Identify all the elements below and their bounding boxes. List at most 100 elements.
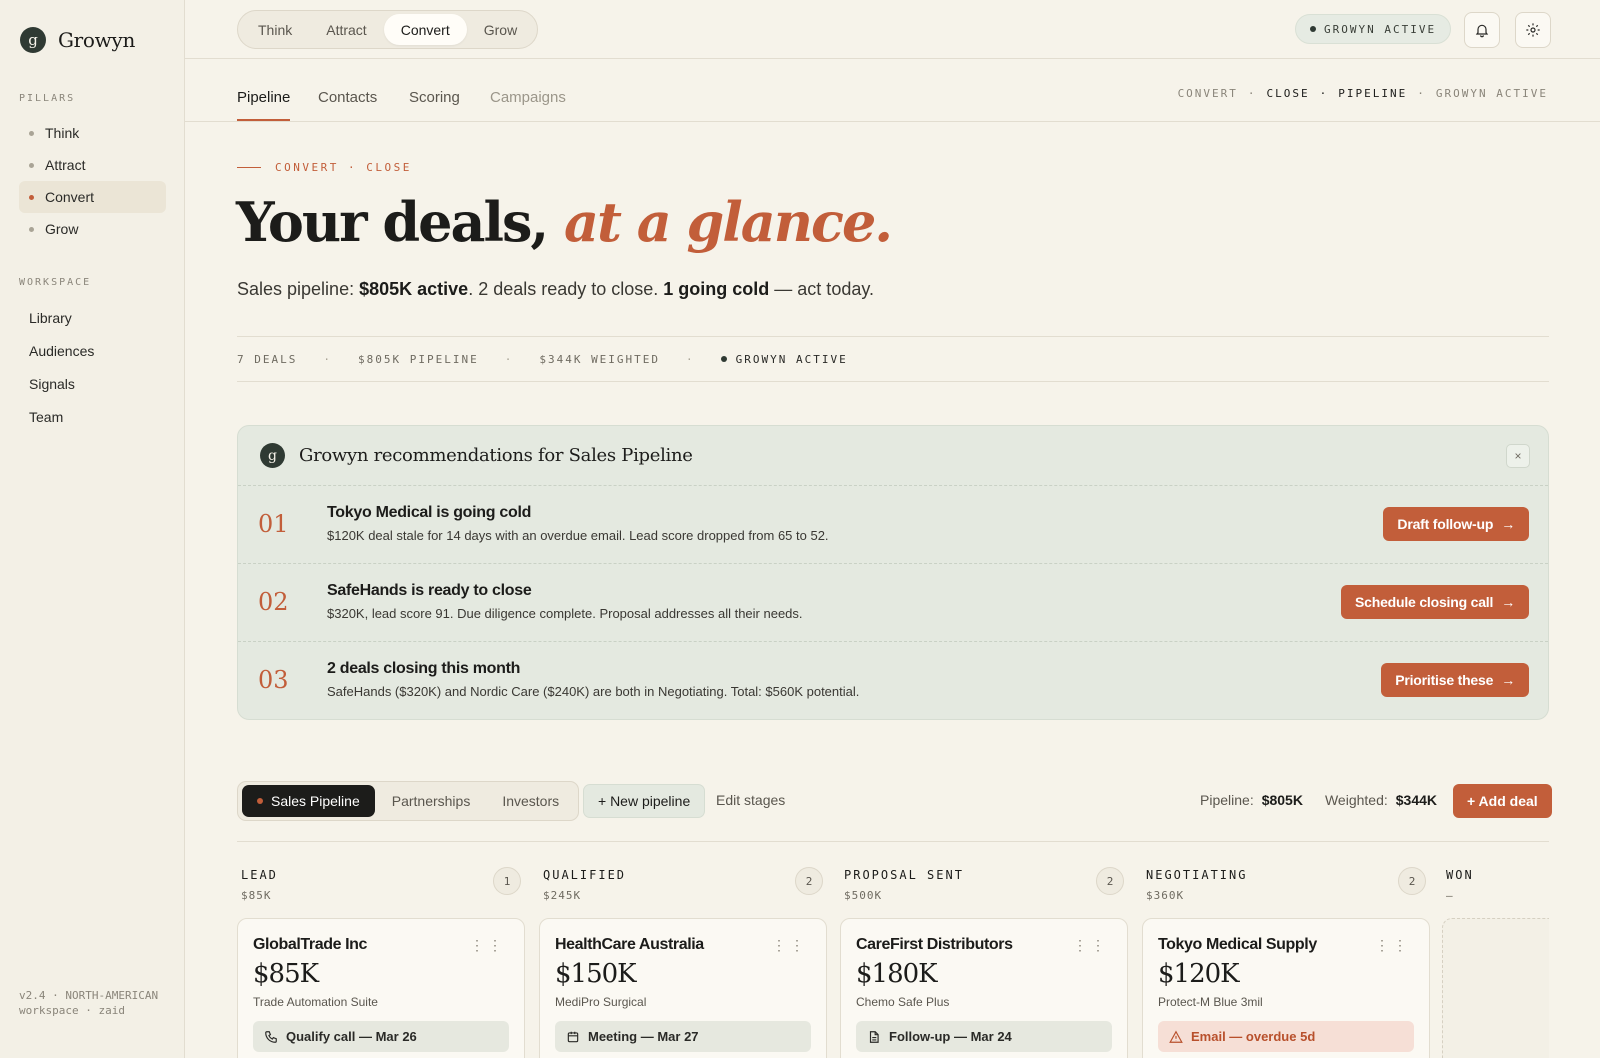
sidebar-item-label: Attract [45,157,86,173]
pipeline-summary: Pipeline: $805K Weighted: $344K [1200,792,1451,808]
sidebar-item-audiences[interactable]: Audiences [19,334,166,367]
sidebar-item-label: Think [45,125,80,141]
recommendation-number: 02 [258,588,289,616]
tab-investors[interactable]: Investors [487,785,574,817]
tab-grow[interactable]: Grow [467,14,534,45]
recommendation-body: $320K, lead score 91. Due diligence comp… [327,606,803,621]
summary-cold: 1 going cold [663,279,770,299]
edit-stages-link[interactable]: Edit stages [716,792,785,808]
column-name: QUALIFIED [543,868,627,882]
close-icon[interactable]: × [1506,444,1530,468]
title-accent: at a glance. [564,190,893,254]
sidebar-item-convert[interactable]: Convert [19,181,166,213]
empty-drop-zone[interactable] [1442,918,1549,1058]
drag-handle-icon[interactable]: ⋮⋮ [1073,937,1109,954]
tab-scoring[interactable]: Scoring [409,89,460,121]
column-name: LEAD [241,868,278,882]
schedule-closing-call-button[interactable]: Schedule closing call → [1341,585,1529,619]
tab-convert[interactable]: Convert [383,14,467,45]
next-action-chip[interactable]: Qualify call — Mar 26 [253,1021,509,1052]
phone-icon [265,1030,277,1043]
recommendation-title: 2 deals closing this month [327,660,521,677]
column-value: — [1446,889,1454,902]
stat-status-label: GROWYN ACTIVE [735,352,848,366]
sidebar-item-team[interactable]: Team [19,400,166,433]
brand-logo: g [20,27,46,53]
column-name: PROPOSAL SENT [844,868,964,882]
recommendations-panel: g Growyn recommendations for Sales Pipel… [237,425,1549,720]
drag-handle-icon[interactable]: ⋮⋮ [772,937,808,954]
sidebar-item-think[interactable]: Think [19,117,166,149]
summary-mid: . 2 deals ready to close. [468,279,664,299]
tab-partnerships[interactable]: Partnerships [377,785,486,817]
next-action-chip[interactable]: Meeting — Mar 27 [555,1021,811,1052]
deal-product: Protect-M Blue 3mil [1158,995,1263,1009]
bullet-icon [29,162,34,168]
drag-handle-icon[interactable]: ⋮⋮ [1375,937,1411,954]
tab-attract[interactable]: Attract [309,14,383,45]
sidebar-item-library[interactable]: Library [19,301,166,334]
sidebar-item-attract[interactable]: Attract [19,149,166,181]
weighted-value: $344K [1395,792,1438,808]
column-header: LEAD $85K 1 [237,860,525,912]
sidebar-item-label: Grow [45,221,79,237]
deal-card[interactable]: GlobalTrade Inc ⋮⋮ $85K Trade Automation… [237,918,525,1058]
tab-contacts[interactable]: Contacts [318,89,377,121]
sidebar-item-grow[interactable]: Grow [19,213,166,245]
tab-label: Sales Pipeline [271,793,360,809]
column-value: $500K [844,889,883,902]
document-icon [869,1030,879,1043]
prioritise-button[interactable]: Prioritise these → [1381,663,1529,697]
add-deal-button[interactable]: + Add deal [1453,784,1552,818]
button-label: Draft follow-up [1397,516,1494,532]
column-count-badge: 2 [1096,867,1124,895]
deal-card[interactable]: CareFirst Distributors ⋮⋮ $180K Chemo Sa… [840,918,1128,1058]
status-dot-icon [720,356,727,362]
deal-product: Chemo Safe Plus [856,995,950,1009]
eyebrow-rule [237,167,261,168]
column-proposal-sent: PROPOSAL SENT $500K 2 CareFirst Distribu… [840,860,1128,1058]
status-label: GROWYN ACTIVE [1324,22,1437,36]
drag-handle-icon[interactable]: ⋮⋮ [470,937,506,954]
deal-amount: $85K [253,959,319,989]
tab-sales-pipeline[interactable]: Sales Pipeline [242,785,375,817]
deal-card[interactable]: Tokyo Medical Supply ⋮⋮ $120K Protect-M … [1142,918,1430,1058]
tab-think[interactable]: Think [241,14,309,45]
next-action-label: Meeting — Mar 27 [588,1029,699,1044]
brand[interactable]: g Growyn [20,27,135,53]
divider [237,841,1549,842]
notifications-button[interactable] [1464,12,1500,48]
summary-suffix: — act today. [769,279,875,299]
recommendations-header: g Growyn recommendations for Sales Pipel… [238,426,1548,486]
pillar-list: Think Attract Convert Grow [19,117,166,245]
tab-campaigns[interactable]: Campaigns [490,89,566,121]
calendar-icon [567,1031,579,1042]
topbar: Think Attract Convert Grow GROWYN ACTIVE [185,0,1600,59]
recommendation-number: 03 [258,666,289,694]
version-footer: v2.4 · NORTH-AMERICAN workspace · zaid [19,989,159,1017]
next-action-chip-overdue[interactable]: Email — overdue 5d [1158,1021,1414,1052]
summary-prefix: Sales pipeline: [237,279,360,299]
eyebrow: CONVERT · CLOSE [237,161,412,174]
settings-button[interactable] [1515,12,1551,48]
next-action-chip[interactable]: Follow-up — Mar 24 [856,1021,1112,1052]
pillar-switcher: Think Attract Convert Grow [237,10,539,49]
stat-deals: 7 DEALS [237,352,298,366]
breadcrumb-item[interactable]: CLOSE [1267,87,1310,100]
deal-company: CareFirst Distributors [856,936,1013,953]
status-dot-icon [1310,26,1316,32]
draft-follow-up-button[interactable]: Draft follow-up → [1383,507,1529,541]
deal-amount: $180K [856,959,938,989]
deal-company: GlobalTrade Inc [253,936,368,953]
deal-card[interactable]: HealthCare Australia ⋮⋮ $150K MediPro Su… [539,918,827,1058]
breadcrumb-item[interactable]: CONVERT [1178,87,1238,100]
new-pipeline-button[interactable]: + New pipeline [583,784,706,818]
sidebar-item-signals[interactable]: Signals [19,367,166,400]
tab-pipeline[interactable]: Pipeline [237,89,291,121]
breadcrumb-item-current: PIPELINE [1338,87,1408,100]
recommendation-title: Tokyo Medical is going cold [327,504,532,521]
title-plain: Your deals, [236,190,549,254]
workspace-list: Library Audiences Signals Team [19,301,166,433]
column-won: WON — [1442,860,1549,1058]
recommendation-body: SafeHands ($320K) and Nordic Care ($240K… [327,684,860,699]
